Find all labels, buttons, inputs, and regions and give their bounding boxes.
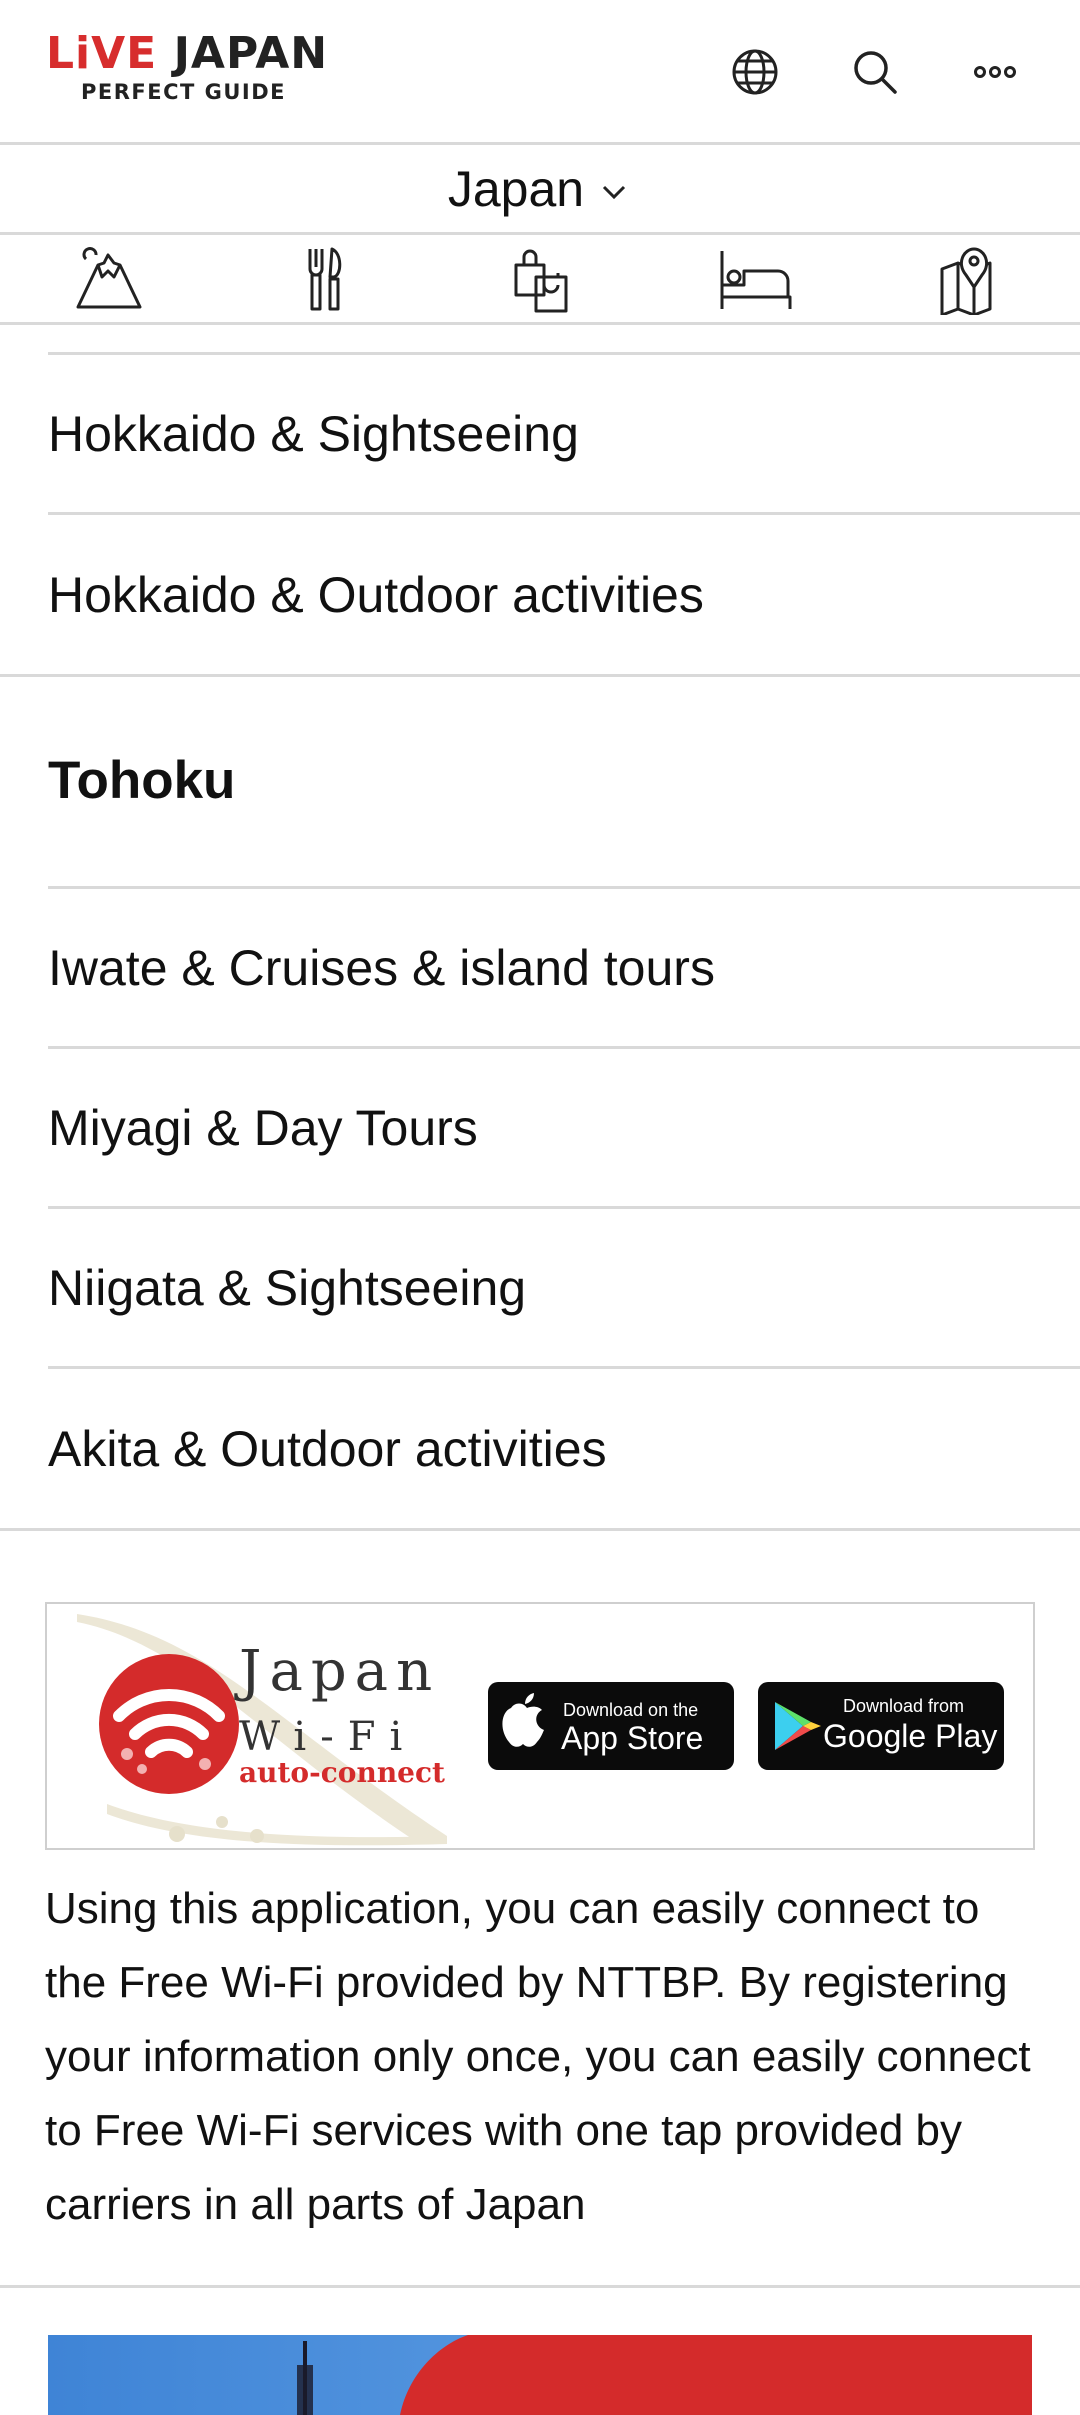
fork-knife-icon[interactable]	[284, 243, 364, 317]
list-item-label: Miyagi & Day Tours	[48, 1099, 478, 1156]
promo-banner-image[interactable]	[48, 2335, 1032, 2415]
mountain-icon[interactable]	[68, 243, 148, 317]
globe-icon[interactable]	[728, 45, 782, 99]
list-item[interactable]: Niigata & Sightseeing	[48, 1209, 1080, 1369]
wifi-banner-graphic: Japan Wi-Fi auto-connect Download on the…	[77, 1614, 1004, 1846]
logo-live-text: LiVE	[46, 28, 158, 79]
section-heading-tohoku: Tohoku	[48, 751, 236, 810]
chevron-down-icon	[603, 185, 626, 199]
region-selector[interactable]: Japan	[0, 145, 1080, 235]
google-play-badge[interactable]: Download from Google Play	[758, 1682, 1004, 1770]
live-japan-logo[interactable]: LiVE JAPAN PERFECT GUIDE	[46, 32, 328, 105]
list-item[interactable]: Akita & Outdoor activities	[48, 1369, 1080, 1529]
app-store-big-text: App Store	[561, 1720, 703, 1756]
section-divider	[0, 1528, 1080, 1531]
category-nav	[0, 235, 1080, 325]
search-icon[interactable]	[848, 45, 902, 99]
list-item[interactable]: Iwate & Cruises & island tours	[48, 889, 1080, 1049]
app-store-small-text: Download on the	[563, 1700, 698, 1720]
app-header: LiVE JAPAN PERFECT GUIDE	[0, 0, 1080, 145]
list-item-label: Hokkaido & Outdoor activities	[48, 567, 704, 623]
list-item[interactable]: Hokkaido & Sightseeing	[48, 355, 1080, 515]
list-item[interactable]: Hokkaido & Outdoor activities	[48, 515, 1080, 675]
list-item[interactable]: Miyagi & Day Tours	[48, 1049, 1080, 1209]
bed-icon[interactable]	[716, 243, 796, 317]
google-play-big-text: Google Play	[823, 1718, 997, 1754]
google-play-small-text: Download from	[843, 1696, 964, 1716]
wifi-brand-line1: Japan	[234, 1639, 440, 1704]
list-item-label: Akita & Outdoor activities	[48, 1421, 607, 1477]
wifi-app-description: Using this application, you can easily c…	[45, 1884, 1031, 2229]
japan-wifi-banner[interactable]: Japan Wi-Fi auto-connect Download on the…	[45, 1602, 1035, 1850]
wifi-brand-line3: auto-connect	[239, 1756, 445, 1789]
more-icon[interactable]	[968, 45, 1022, 99]
list-item-label: Hokkaido & Sightseeing	[48, 405, 579, 462]
logo-japan-text: JAPAN	[173, 28, 329, 79]
map-pin-icon[interactable]	[932, 243, 1012, 317]
app-store-badge[interactable]: Download on the App Store	[488, 1682, 734, 1770]
logo-subtitle: PERFECT GUIDE	[81, 80, 287, 104]
section-divider	[0, 2285, 1080, 2288]
list-item-label: Iwate & Cruises & island tours	[48, 939, 715, 996]
section-divider	[0, 674, 1080, 677]
region-label: Japan	[447, 160, 585, 217]
wifi-brand-line2: Wi-Fi	[239, 1714, 416, 1760]
shopping-bags-icon[interactable]	[500, 243, 580, 317]
list-item-label: Niigata & Sightseeing	[48, 1259, 527, 1316]
